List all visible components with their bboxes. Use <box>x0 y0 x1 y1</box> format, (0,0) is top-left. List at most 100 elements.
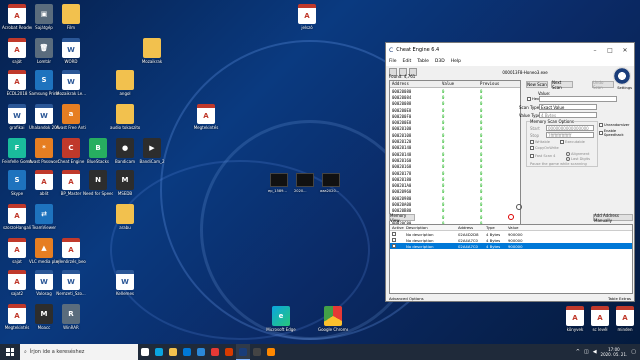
executable-checkbox[interactable]: Executable <box>560 140 585 144</box>
stop-address-input[interactable]: 7fffffffffffffff <box>546 132 594 138</box>
advanced-options-link[interactable]: Advanced Options <box>389 296 424 301</box>
result-row[interactable]: 00020140 0 0 <box>390 145 520 151</box>
taskbar-mail-button[interactable] <box>194 344 208 360</box>
desktop-icon-teamviewer[interactable]: ⇄ TeamViewer <box>29 204 59 230</box>
alignment-radio[interactable]: Alignment <box>566 152 589 156</box>
desktop-icon-sajat[interactable]: Asajat <box>2 238 32 264</box>
taskbar-vlc-button[interactable] <box>264 344 278 360</box>
result-row[interactable]: 000200E8 0 0 <box>390 119 520 125</box>
hex-checkbox[interactable]: Hex <box>527 97 539 101</box>
taskbar-explorer-button[interactable] <box>166 344 180 360</box>
result-row[interactable]: 000200F0 0 0 <box>390 113 520 119</box>
desktop-icon-feinfelle-gombatom[interactable]: FFeinfelle Gombatom <box>2 138 32 164</box>
desktop-icon-msedb[interactable]: M MSEDB <box>110 170 140 196</box>
result-row[interactable]: 00020980 0 0 <box>390 195 520 201</box>
desktop-icon-arabu[interactable]: arabu <box>110 204 140 230</box>
active-checkbox[interactable] <box>390 243 404 249</box>
col-table-address[interactable]: Address <box>456 225 484 230</box>
desktop-icon-saj-tg-p[interactable]: ▣ Sajátgép <box>29 4 59 30</box>
result-row[interactable]: 000200E8 0 0 <box>390 107 520 113</box>
cheat-engine-logo[interactable] <box>613 67 631 85</box>
scan-type-select[interactable]: Exact Value <box>539 104 597 110</box>
taskbar-bandicam-button[interactable] <box>250 344 264 360</box>
stop-icon[interactable] <box>508 214 514 220</box>
desktop-icon-moacc[interactable]: M Moacc <box>29 304 59 330</box>
result-row[interactable]: 00020088 0 0 <box>390 101 520 107</box>
clock[interactable]: 17:00 2020. 05. 21. <box>601 347 628 357</box>
start-button[interactable] <box>0 344 20 360</box>
col-description[interactable]: Description <box>404 225 456 230</box>
result-row[interactable]: 00020960 0 0 <box>390 189 520 195</box>
desktop-icon-google-chrome[interactable]: Google Chrome <box>318 306 348 332</box>
desktop-icon-skype[interactable]: S Skype <box>2 170 32 196</box>
taskbar-office-button[interactable] <box>222 344 236 360</box>
speedhack-checkbox[interactable]: Enable Speedhack <box>599 129 634 137</box>
result-row[interactable]: 00020080 0 0 <box>390 88 520 94</box>
desktop-icon-need-for-speed-underground[interactable]: NNeed for Speed underground <box>83 170 113 196</box>
maximize-button[interactable]: □ <box>604 47 616 54</box>
last-digits-radio[interactable]: Last Digits <box>566 157 590 161</box>
result-row[interactable]: 00020180 0 0 <box>390 176 520 182</box>
desktop-icon-mozaikrak-le[interactable]: W Mozaikrak Le... <box>56 70 86 96</box>
result-row[interactable]: 00020148 0 0 <box>390 151 520 157</box>
cheat-table[interactable]: Active Description Address Type Value No… <box>389 224 633 294</box>
desktop-icon-kellemes[interactable]: W Kellemes <box>110 270 140 296</box>
desktop-icon-minden[interactable]: Aminden <box>610 306 640 332</box>
desktop-icon-winrar[interactable]: R WinRAR <box>56 304 86 330</box>
desktop-icon-vlc-media-player[interactable]: ▲VLC media player <box>29 238 59 264</box>
desktop-icon-lomt-r[interactable]: 🗑 Lomtár <box>29 38 59 64</box>
result-row[interactable]: 000201A0 0 0 <box>390 182 520 188</box>
col-previous[interactable]: Previous <box>478 81 518 87</box>
table-extras-link[interactable]: Table Extras <box>608 296 631 301</box>
search-box[interactable]: ⌕ Írjon ide a kereséshez <box>20 344 138 360</box>
result-row[interactable]: 00020178 0 0 <box>390 170 520 176</box>
col-value[interactable]: Value <box>440 81 478 87</box>
desktop-icon-bluestacks[interactable]: B BlueStacks <box>83 138 113 164</box>
menu-item-table[interactable]: Table <box>417 59 429 64</box>
video-thumbnail[interactable] <box>296 173 314 187</box>
result-row[interactable]: 00020160 0 0 <box>390 157 520 163</box>
desktop-icon-film[interactable]: Film <box>56 4 86 30</box>
col-table-value[interactable]: Value <box>506 225 566 230</box>
unrandomizer-checkbox[interactable]: Unrandomizer <box>599 123 629 127</box>
desktop-icon-szorzohangali[interactable]: AszorzoHangali <box>2 204 32 230</box>
desktop-icon-nemzeti-szo[interactable]: W Nemzeti_Szo... <box>56 270 86 296</box>
value-type-select[interactable]: 4 Bytes <box>539 112 597 118</box>
desktop-icon-megtekint-s[interactable]: A Megtekintés <box>2 304 32 330</box>
pointer-icon[interactable] <box>516 204 522 210</box>
col-type[interactable]: Type <box>484 225 506 230</box>
active-checkbox[interactable] <box>390 237 404 243</box>
undo-scan-button[interactable]: Undo Scan <box>592 80 614 90</box>
add-address-button[interactable]: Add Address Manually <box>593 213 633 223</box>
desktop-icon-microsoft-edge[interactable]: e Microsoft Edge <box>266 306 296 332</box>
next-scan-button[interactable]: Next Scan <box>551 80 573 90</box>
taskbar-task-view-button[interactable] <box>138 344 152 360</box>
taskbar-chrome-button[interactable] <box>208 344 222 360</box>
chevron-up-icon[interactable]: ^ <box>576 349 580 355</box>
result-row[interactable]: 00020100 0 0 <box>390 126 520 132</box>
desktop-icon-bandicam[interactable]: ● Bandicam <box>110 138 140 164</box>
network-icon[interactable]: ◫ <box>584 349 589 355</box>
taskbar-store-button[interactable] <box>180 344 194 360</box>
menu-item-d3d[interactable]: D3D <box>435 59 445 64</box>
pause-game-checkbox[interactable]: Pause the game while scanning <box>530 162 587 166</box>
desktop-icon-word[interactable]: W WORD <box>56 38 86 64</box>
value-input[interactable] <box>539 96 617 102</box>
desktop-icon-valosag[interactable]: W Valosag <box>29 270 59 296</box>
close-button[interactable]: ✕ <box>619 47 631 54</box>
fast-scan-checkbox[interactable]: Fast Scan 4 <box>530 154 555 158</box>
menu-item-help[interactable]: Help <box>451 59 461 64</box>
menu-item-file[interactable]: File <box>389 59 397 64</box>
desktop-icon-avast-passwords[interactable]: * Avast Passwords <box>29 138 59 164</box>
desktop-icon-megtekint-s[interactable]: A Megtekintés <box>191 104 221 130</box>
desktop-icon-avast-free-antivirus[interactable]: aAvast Free Antivirus <box>56 104 86 130</box>
desktop-icon-acrobat-reader-dc[interactable]: AAcrobat Reader DC <box>2 4 32 30</box>
desktop-icon-saj-t[interactable]: Asaját <box>2 38 32 64</box>
menu-item-edit[interactable]: Edit <box>403 59 412 64</box>
result-row[interactable]: 00020120 0 0 <box>390 138 520 144</box>
settings-link[interactable]: Settings <box>617 86 632 90</box>
desktop-icon-bandicam-2[interactable]: ▶ BandiCam_2 <box>137 138 167 164</box>
volume-icon[interactable]: ◀ <box>593 349 597 355</box>
video-thumbnail[interactable] <box>270 173 288 187</box>
desktop-icon-ablit[interactable]: Aablit <box>29 170 59 196</box>
